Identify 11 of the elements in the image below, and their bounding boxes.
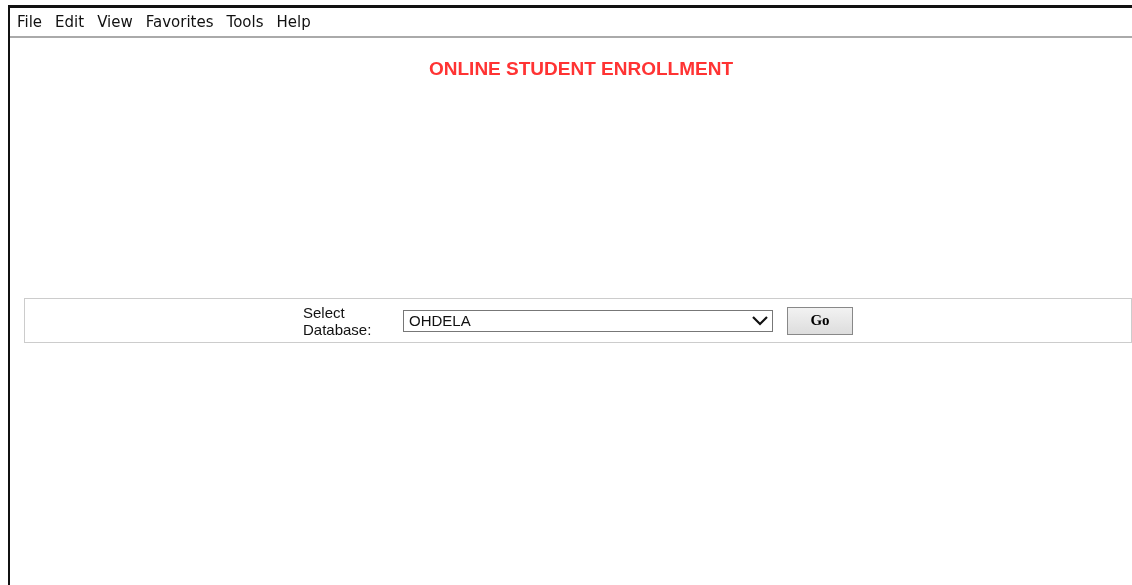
menu-item[interactable]: Help (271, 13, 319, 31)
menu-item[interactable]: File (12, 13, 51, 31)
database-select[interactable]: OHDELA (403, 309, 773, 332)
menu-item[interactable]: Edit (50, 13, 93, 31)
menu-item[interactable]: View (92, 13, 141, 31)
field-label: Select Database: (303, 303, 373, 338)
go-button[interactable]: Go (787, 306, 853, 335)
page-title: ONLINE STUDENT ENROLLMENT (428, 58, 733, 80)
chevron-icon (752, 315, 768, 326)
menu-item[interactable]: Favorites (140, 13, 222, 31)
menu-item[interactable]: Tools (221, 13, 272, 31)
